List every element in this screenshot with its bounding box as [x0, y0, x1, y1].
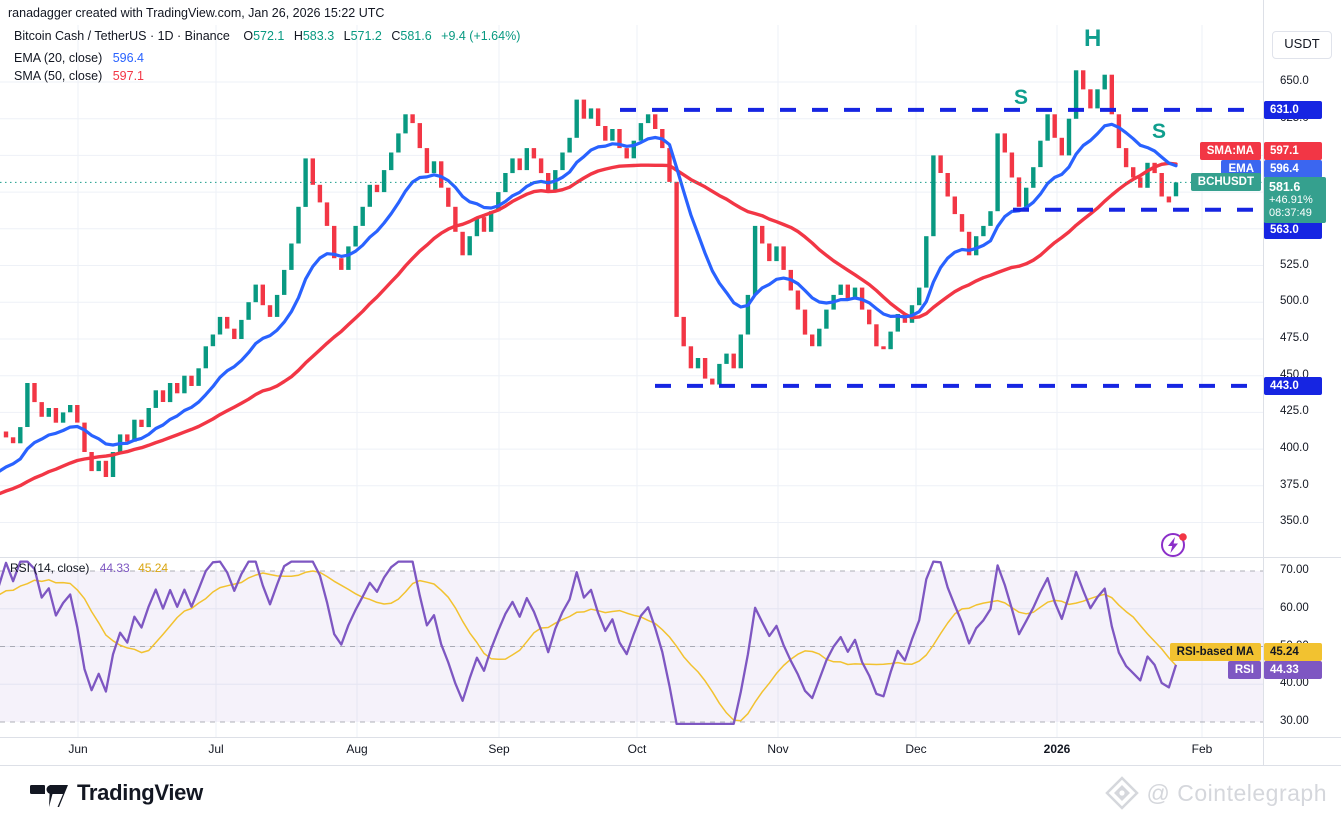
- rsi-ma-axis-value-chip: 45.24: [1264, 643, 1322, 661]
- cointelegraph-diamond-icon: [1105, 776, 1139, 810]
- tradingview-logo[interactable]: TradingView: [30, 778, 203, 808]
- last-price-countdown: 08:37:49: [1269, 207, 1321, 220]
- price-tick: 650.0: [1280, 75, 1309, 87]
- time-tick: Oct: [628, 742, 647, 756]
- tradingview-logo-icon: [30, 778, 68, 808]
- rsi-axis-name-chip: RSI: [1228, 661, 1261, 679]
- tradingview-chart: M20.3 423.6V447.7M27.4 358.0V431.5M48.8 …: [0, 0, 1341, 823]
- currency-toggle-button[interactable]: USDT: [1272, 31, 1332, 59]
- level-axis-chip: 563.0: [1264, 221, 1322, 239]
- rsi-tick: 30.00: [1280, 715, 1309, 727]
- time-tick: 2026: [1044, 742, 1071, 756]
- price-tick: 375.0: [1280, 479, 1309, 491]
- time-tick: Nov: [767, 742, 788, 756]
- price-tick: 425.0: [1280, 405, 1309, 417]
- chart-canvas[interactable]: M20.3 423.6V447.7M27.4 358.0V431.5M48.8 …: [0, 0, 1341, 823]
- rsi-ma-axis-name-chip: RSI-based MA: [1170, 643, 1261, 661]
- time-tick: Feb: [1192, 742, 1213, 756]
- sma-axis-value-chip: 597.1: [1264, 142, 1322, 160]
- time-tick: Dec: [905, 742, 926, 756]
- ema-axis-value-chip: 596.4: [1264, 160, 1322, 178]
- rsi-tick: 60.00: [1280, 602, 1309, 614]
- rsi-tick: 70.00: [1280, 564, 1309, 576]
- last-price-percent: +46.91%: [1269, 194, 1321, 207]
- footer-bar: TradingView @ Cointelegraph: [0, 766, 1341, 823]
- left-shoulder-annotation: S: [1014, 86, 1028, 110]
- price-tick: 525.0: [1280, 259, 1309, 271]
- last-price-axis-chip: 581.6 +46.91% 08:37:49: [1264, 177, 1326, 223]
- time-axis-divider: [0, 737, 1341, 738]
- time-tick: Jul: [208, 742, 223, 756]
- rsi-axis-value-chip: 44.33: [1264, 661, 1322, 679]
- right-shoulder-annotation: S: [1152, 120, 1166, 144]
- sma-axis-name-chip: SMA:MA: [1200, 142, 1261, 160]
- level-axis-chip: 631.0: [1264, 101, 1322, 119]
- flash-boost-icon[interactable]: [1158, 529, 1190, 561]
- tradingview-logo-text: TradingView: [77, 780, 203, 806]
- cointelegraph-watermark-text: @ Cointelegraph: [1147, 780, 1327, 807]
- time-tick: Aug: [346, 742, 367, 756]
- time-tick: Jun: [68, 742, 87, 756]
- cointelegraph-watermark: @ Cointelegraph: [1105, 776, 1327, 810]
- price-tick: 475.0: [1280, 332, 1309, 344]
- symbol-axis-name-chip: BCHUSDT: [1191, 173, 1261, 191]
- pane-divider[interactable]: [0, 557, 1341, 558]
- price-tick: 350.0: [1280, 515, 1309, 527]
- time-tick: Sep: [488, 742, 509, 756]
- last-price-value: 581.6: [1269, 180, 1321, 194]
- head-annotation: H: [1084, 25, 1101, 53]
- level-axis-chip: 443.0: [1264, 377, 1322, 395]
- price-tick: 400.0: [1280, 442, 1309, 454]
- price-tick: 500.0: [1280, 295, 1309, 307]
